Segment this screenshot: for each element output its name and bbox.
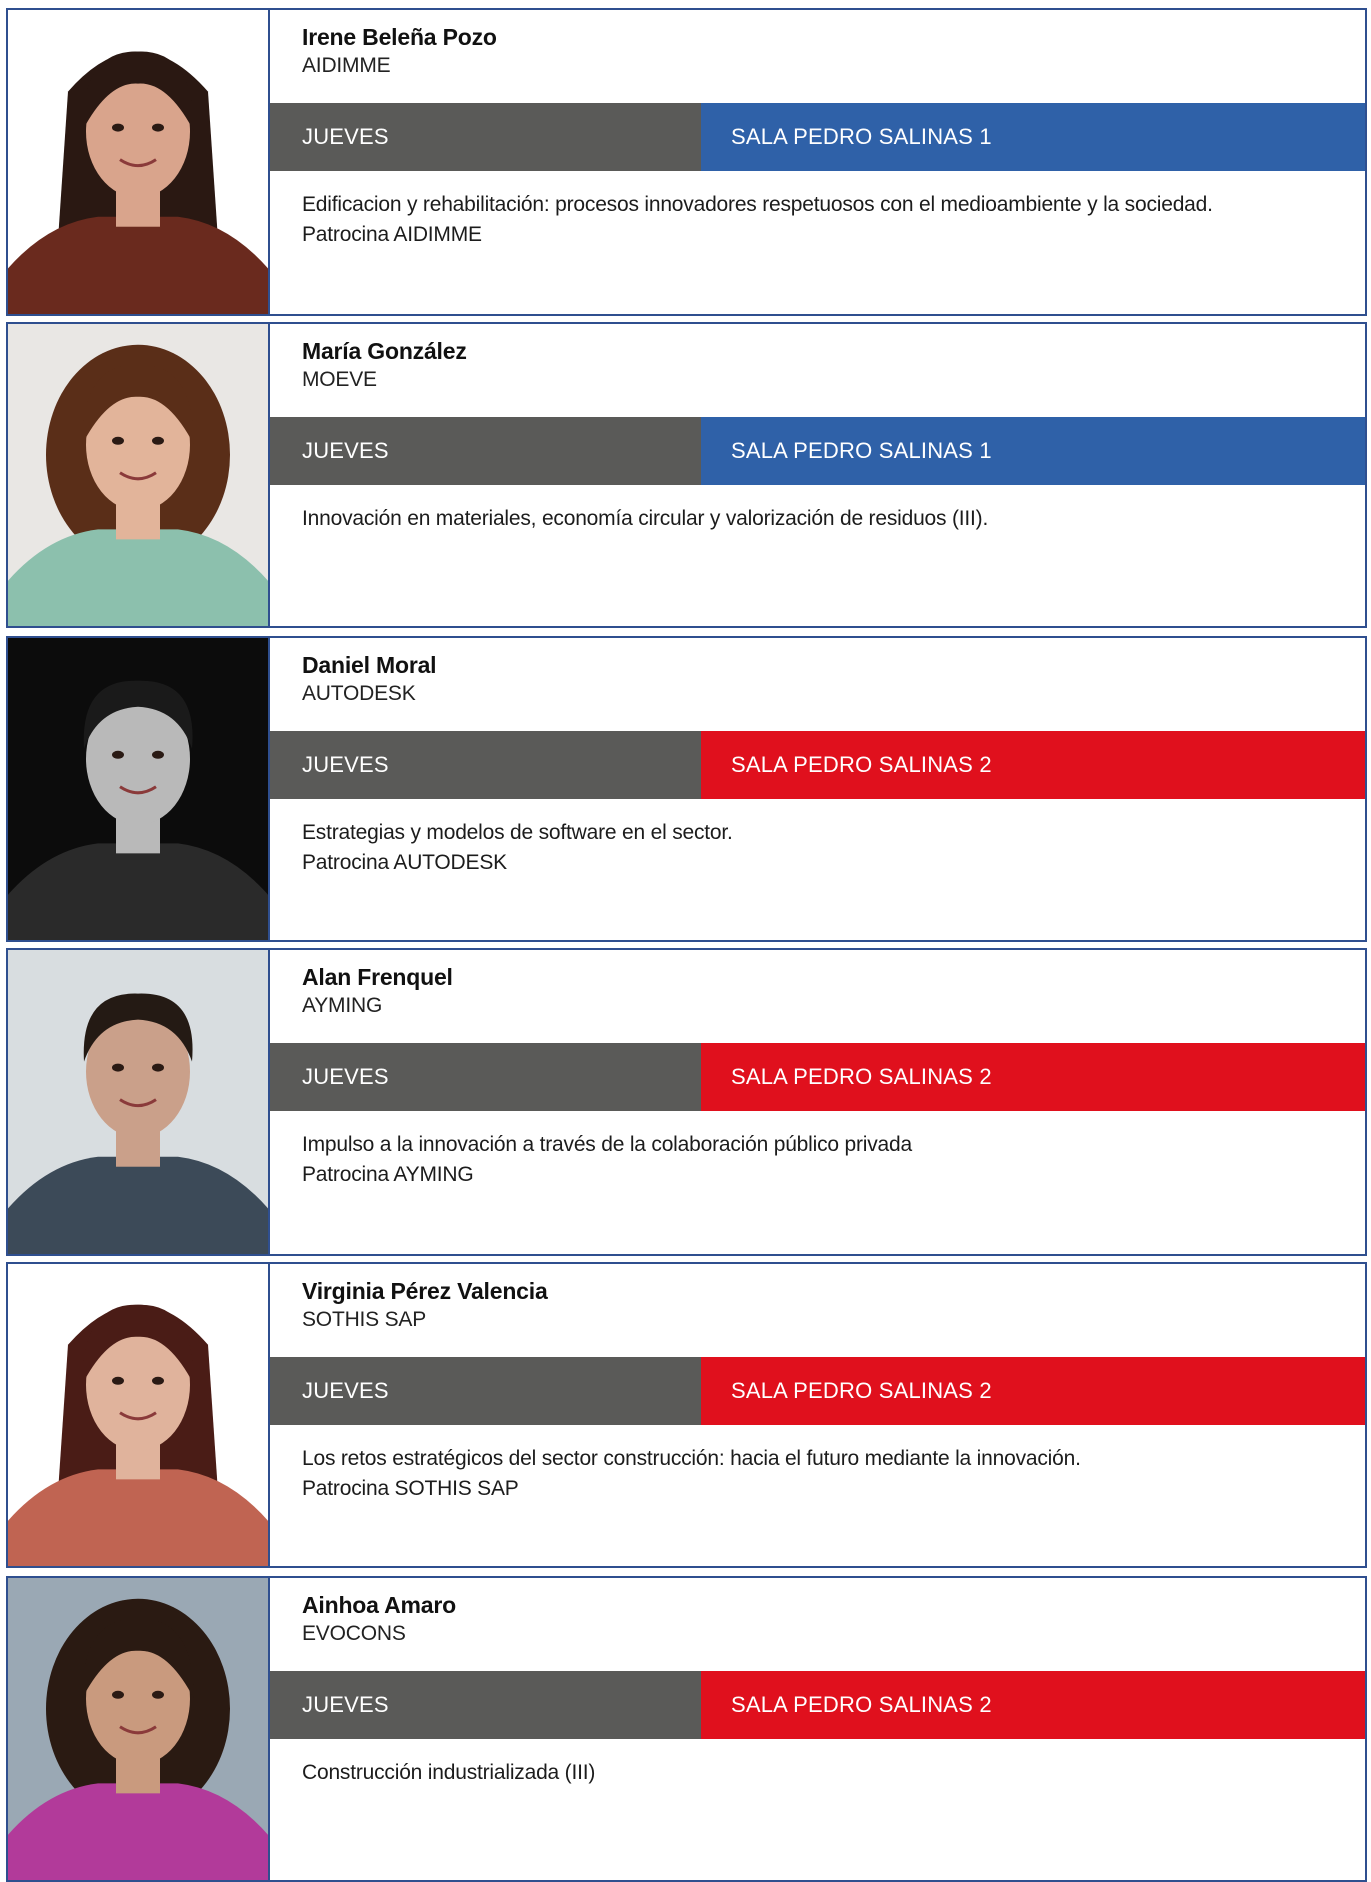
speaker-info: María González MOEVE JUEVES SALA PEDRO SALI… bbox=[270, 324, 1365, 626]
speaker-company: AYMING bbox=[302, 994, 383, 1017]
speaker-name: Daniel Moral bbox=[302, 652, 437, 678]
speaker-photo bbox=[8, 1578, 270, 1880]
session-sponsor: Patrocina AIDIMME bbox=[302, 223, 482, 246]
speaker-name: Ainhoa Amaro bbox=[302, 1592, 456, 1618]
session-room: SALA PEDRO SALINAS 2 bbox=[701, 1043, 1365, 1111]
session-description: Los retos estratégicos del sector constr… bbox=[302, 1444, 1345, 1504]
portrait-illustration bbox=[8, 1578, 268, 1880]
speaker-info: Irene Beleña Pozo AIDIMME JUEVES SALA PEDRO… bbox=[270, 10, 1365, 314]
session-band: JUEVES SALA PEDRO SALINAS 2 bbox=[270, 1357, 1365, 1425]
speaker-info: Daniel Moral AUTODESK JUEVES SALA PEDRO SAL… bbox=[270, 638, 1365, 940]
speaker-photo bbox=[8, 638, 270, 940]
session-description: Impulso a la innovación a través de la c… bbox=[302, 1130, 1345, 1190]
session-sponsor: Patrocina AYMING bbox=[302, 1163, 474, 1186]
speaker-info: Alan Frenquel AYMING JUEVES SALA PEDRO SALI… bbox=[270, 950, 1365, 1254]
session-room: SALA PEDRO SALINAS 2 bbox=[701, 731, 1365, 799]
speaker-name: María González bbox=[302, 338, 467, 364]
session-band: JUEVES SALA PEDRO SALINAS 1 bbox=[270, 103, 1365, 171]
speaker-card: Daniel Moral AUTODESK JUEVES SALA PEDRO SAL… bbox=[6, 636, 1367, 942]
speaker-name: Virginia Pérez Valencia bbox=[302, 1278, 548, 1304]
session-topic: Edificacion y rehabilitación: procesos i… bbox=[302, 193, 1213, 216]
session-description: Innovación en materiales, economía circu… bbox=[302, 504, 1345, 534]
session-room: SALA PEDRO SALINAS 1 bbox=[701, 417, 1365, 485]
speaker-company: AUTODESK bbox=[302, 682, 416, 705]
session-description: Estrategias y modelos de software en el … bbox=[302, 818, 1345, 878]
speaker-card: Irene Beleña Pozo AIDIMME JUEVES SALA PEDRO… bbox=[6, 8, 1367, 316]
portrait-illustration bbox=[8, 324, 268, 626]
portrait-illustration bbox=[8, 10, 268, 314]
session-topic: Innovación en materiales, economía circu… bbox=[302, 507, 989, 530]
speaker-photo bbox=[8, 10, 270, 314]
speaker-company: EVOCONS bbox=[302, 1622, 406, 1645]
session-day: JUEVES bbox=[270, 1671, 701, 1739]
session-topic: Los retos estratégicos del sector constr… bbox=[302, 1447, 1081, 1470]
speaker-company: AIDIMME bbox=[302, 54, 391, 77]
speaker-card: María González MOEVE JUEVES SALA PEDRO SALI… bbox=[6, 322, 1367, 628]
speaker-photo bbox=[8, 1264, 270, 1566]
session-topic: Impulso a la innovación a través de la c… bbox=[302, 1133, 912, 1156]
session-day: JUEVES bbox=[270, 1357, 701, 1425]
speaker-info: Ainhoa Amaro EVOCONS JUEVES SALA PEDRO SALI… bbox=[270, 1578, 1365, 1880]
session-day: JUEVES bbox=[270, 417, 701, 485]
session-day: JUEVES bbox=[270, 103, 701, 171]
speaker-info: Virginia Pérez Valencia SOTHIS SAP JUEVES S… bbox=[270, 1264, 1365, 1566]
session-topic: Construcción industrializada (III) bbox=[302, 1761, 596, 1784]
speaker-card: Ainhoa Amaro EVOCONS JUEVES SALA PEDRO SALI… bbox=[6, 1576, 1367, 1882]
session-band: JUEVES SALA PEDRO SALINAS 2 bbox=[270, 1043, 1365, 1111]
session-band: JUEVES SALA PEDRO SALINAS 2 bbox=[270, 1671, 1365, 1739]
session-room: SALA PEDRO SALINAS 2 bbox=[701, 1671, 1365, 1739]
session-band: JUEVES SALA PEDRO SALINAS 2 bbox=[270, 731, 1365, 799]
session-band: JUEVES SALA PEDRO SALINAS 1 bbox=[270, 417, 1365, 485]
portrait-illustration bbox=[8, 950, 268, 1254]
session-topic: Estrategias y modelos de software en el … bbox=[302, 821, 733, 844]
speaker-company: SOTHIS SAP bbox=[302, 1308, 427, 1331]
speaker-name: Irene Beleña Pozo bbox=[302, 24, 497, 50]
portrait-illustration bbox=[8, 638, 268, 940]
session-day: JUEVES bbox=[270, 731, 701, 799]
session-day: JUEVES bbox=[270, 1043, 701, 1111]
speaker-card: Virginia Pérez Valencia SOTHIS SAP JUEVES S… bbox=[6, 1262, 1367, 1568]
speaker-photo bbox=[8, 950, 270, 1254]
portrait-illustration bbox=[8, 1264, 268, 1566]
speaker-name: Alan Frenquel bbox=[302, 964, 453, 990]
speaker-company: MOEVE bbox=[302, 368, 377, 391]
speaker-photo bbox=[8, 324, 270, 626]
session-description: Edificacion y rehabilitación: procesos i… bbox=[302, 190, 1345, 250]
session-sponsor: Patrocina SOTHIS SAP bbox=[302, 1477, 519, 1500]
session-description: Construcción industrializada (III) bbox=[302, 1758, 1345, 1788]
session-sponsor: Patrocina AUTODESK bbox=[302, 851, 507, 874]
session-room: SALA PEDRO SALINAS 2 bbox=[701, 1357, 1365, 1425]
session-room: SALA PEDRO SALINAS 1 bbox=[701, 103, 1365, 171]
speaker-card: Alan Frenquel AYMING JUEVES SALA PEDRO SALI… bbox=[6, 948, 1367, 1256]
